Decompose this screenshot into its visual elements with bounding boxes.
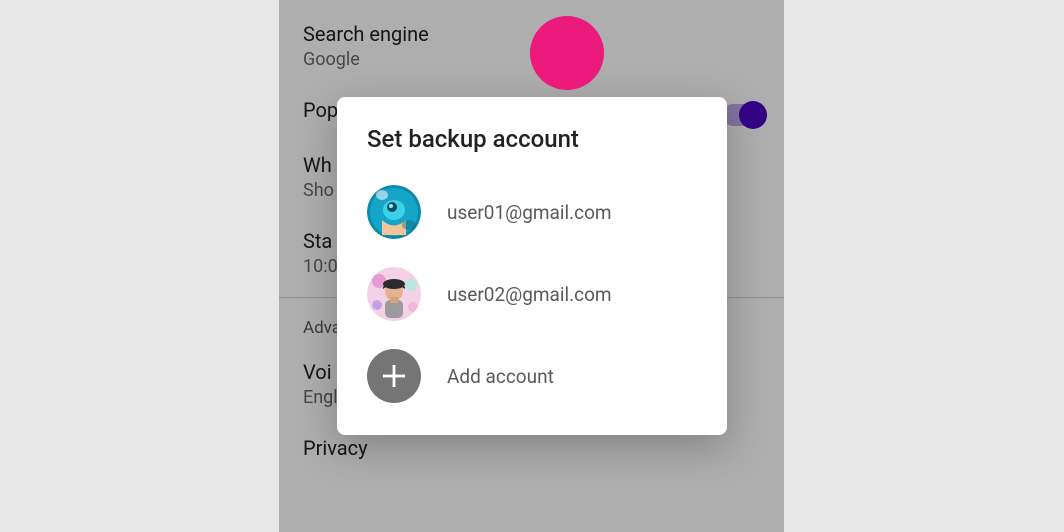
account-email: user02@gmail.com bbox=[447, 283, 612, 306]
avatar bbox=[367, 267, 421, 321]
dialog-title: Set backup account bbox=[337, 97, 727, 171]
add-account-label: Add account bbox=[447, 365, 554, 388]
account-option-2[interactable]: user02@gmail.com bbox=[337, 253, 727, 335]
plus-icon bbox=[367, 349, 421, 403]
avatar bbox=[367, 185, 421, 239]
touch-indicator bbox=[530, 16, 604, 90]
add-account-option[interactable]: Add account bbox=[337, 335, 727, 417]
account-email: user01@gmail.com bbox=[447, 201, 612, 224]
account-option-1[interactable]: user01@gmail.com bbox=[337, 171, 727, 253]
backup-account-dialog: Set backup account user01@gmail.com bbox=[337, 97, 727, 435]
